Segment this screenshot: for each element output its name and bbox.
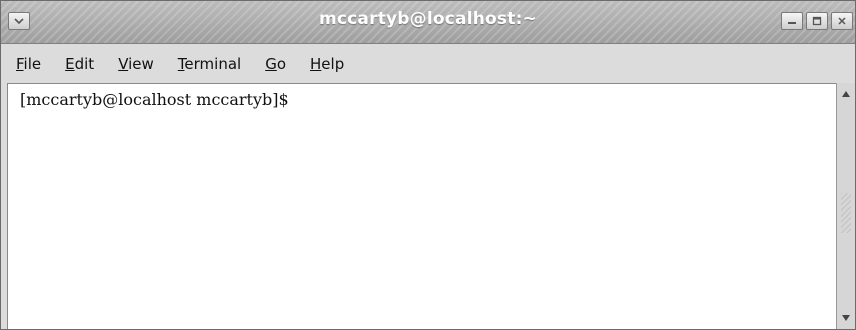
menu-edit-accel: E xyxy=(65,55,75,73)
menu-go[interactable]: Go xyxy=(253,55,298,73)
menu-bar: File Edit View Terminal Go Help xyxy=(2,47,854,81)
menu-terminal-label: erminal xyxy=(184,55,242,73)
minimize-button[interactable] xyxy=(781,12,803,30)
close-button[interactable] xyxy=(831,12,853,30)
minimize-icon xyxy=(788,22,796,24)
scroll-up-button[interactable] xyxy=(839,87,853,101)
scroll-down-button[interactable] xyxy=(839,311,853,325)
menu-help-label: elp xyxy=(321,55,345,73)
scrollbar-grip[interactable] xyxy=(841,193,851,233)
vertical-scrollbar[interactable] xyxy=(836,83,855,329)
menu-help-accel: H xyxy=(310,55,322,73)
maximize-icon xyxy=(812,16,822,26)
maximize-button[interactable] xyxy=(806,12,828,30)
title-bar[interactable]: mccartyb@localhost:~ xyxy=(1,1,855,44)
menu-view-accel: V xyxy=(118,55,129,73)
menu-go-accel: G xyxy=(265,55,277,73)
menu-view[interactable]: View xyxy=(106,55,166,73)
menu-file-accel: F xyxy=(16,55,24,73)
menu-file[interactable]: File xyxy=(2,55,53,73)
window-title: mccartyb@localhost:~ xyxy=(318,9,538,29)
terminal-window: mccartyb@localhost:~ File Edit View Term… xyxy=(0,0,856,330)
close-icon xyxy=(838,17,846,25)
menu-terminal[interactable]: Terminal xyxy=(166,55,253,73)
terminal-output[interactable]: [mccartyb@localhost mccartyb]$ xyxy=(7,83,836,329)
menu-edit[interactable]: Edit xyxy=(53,55,106,73)
menu-file-label: ile xyxy=(23,55,42,73)
shell-prompt: [mccartyb@localhost mccartyb]$ xyxy=(20,90,289,109)
menu-go-label: o xyxy=(276,55,287,73)
menu-help[interactable]: Help xyxy=(298,55,356,73)
menu-edit-label: dit xyxy=(74,55,95,73)
arrow-down-icon xyxy=(842,315,850,321)
arrow-up-icon xyxy=(842,91,850,97)
menu-view-label: iew xyxy=(128,55,154,73)
